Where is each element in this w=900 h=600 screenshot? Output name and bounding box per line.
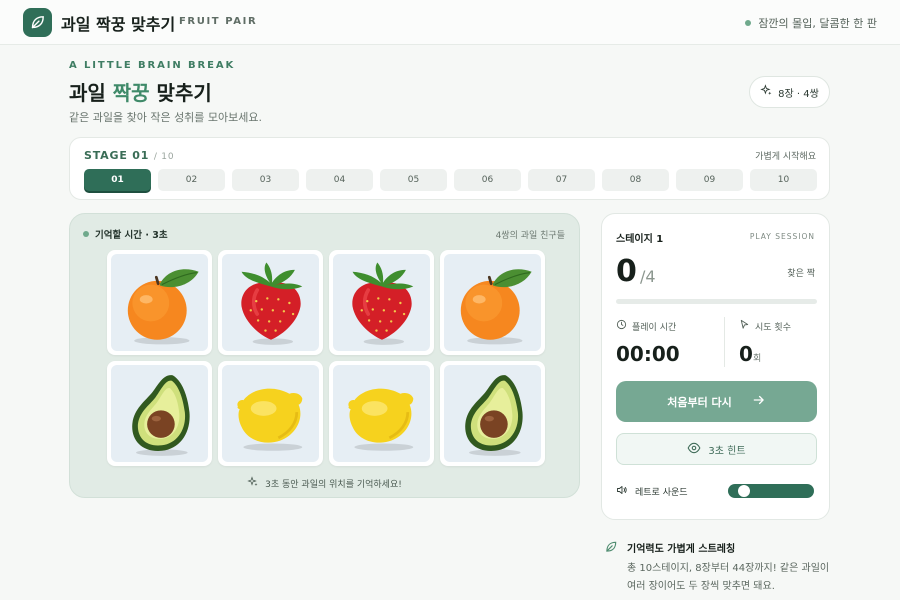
sound-toggle[interactable]: [728, 484, 814, 498]
stage-total: / 10: [153, 152, 175, 162]
title-suffix: 맞추기: [149, 81, 212, 105]
leaf-icon: [23, 8, 52, 37]
avocado-icon: [131, 374, 190, 456]
hint-label: 3초 힌트: [708, 445, 746, 457]
matched-count: 0: [616, 254, 637, 289]
strawberry-icon: [351, 262, 413, 345]
sparkle-icon: [760, 84, 773, 100]
stage-hint: 가볍게 시작해요: [755, 152, 816, 162]
stage-selector: STAGE 01 / 10 가볍게 시작해요 01 02 03 04 05 06…: [69, 137, 830, 200]
tip-body: 총 10스테이지, 8장부터 44장까지! 같은 과일이 여러 장이어도 두 장…: [627, 563, 830, 592]
memorize-status-text: 기억할 시간 · 3초: [95, 230, 168, 241]
pair-count-text: 4쌍의 과일 친구들: [495, 231, 565, 241]
play-time-label-text: 플레이 시간: [632, 322, 677, 333]
stage-button-07[interactable]: 07: [528, 169, 595, 191]
cursor-icon: [739, 319, 750, 333]
matched-label: 찾은 짝: [787, 269, 815, 279]
tries-unit: 회: [753, 354, 762, 364]
stage-button-02[interactable]: 02: [158, 169, 225, 191]
leaf-icon: [604, 539, 618, 558]
clock-icon: [616, 319, 627, 333]
play-time-label: 플레이 시간: [616, 319, 676, 333]
board-footer: 3초 동안 과일의 위치를 기억하세요!: [70, 476, 579, 491]
tries-label-text: 시도 횟수: [755, 322, 791, 333]
restart-label: 처음부터 다시: [667, 395, 732, 409]
arrow-right-icon: [752, 393, 766, 410]
session-panel: 스테이지 1 PLAY SESSION 0 /4 찾은 짝 플레이 시간 시도 …: [601, 213, 830, 520]
eye-icon: [687, 441, 701, 458]
header-tagline: 잠깐의 몰입, 달콤한 한 판: [745, 15, 877, 31]
strawberry-icon: [240, 262, 302, 345]
session-tag: PLAY SESSION: [749, 232, 815, 241]
fruit-card-avocado[interactable]: [107, 361, 212, 466]
total-pairs: /4: [640, 267, 656, 286]
page-title: 과일 짝꿍 맞추기: [69, 77, 212, 106]
avocado-icon: [464, 374, 523, 456]
session-title: 스테이지 1: [616, 234, 664, 245]
tries-value: 0: [739, 342, 753, 366]
fruit-card-orange[interactable]: [107, 250, 212, 355]
tip-title: 기억력도 가볍게 스트레칭: [627, 544, 736, 555]
status-dot-icon: [745, 20, 752, 26]
fruit-card-lemon[interactable]: [329, 361, 434, 466]
fruit-card-strawberry[interactable]: [218, 250, 323, 355]
count-text: 8장 · 4쌍: [778, 88, 819, 100]
hint-button[interactable]: 3초 힌트: [616, 433, 817, 465]
stage-button-08[interactable]: 08: [602, 169, 669, 191]
fruit-card-avocado[interactable]: [440, 361, 545, 466]
stat-divider: [724, 317, 725, 367]
top-bar: 과일 짝꿍 맞추기 FRUIT PAIR 잠깐의 몰입, 달콤한 한 판: [0, 0, 900, 45]
page-description: 같은 과일을 찾아 작은 성취를 모아보세요.: [69, 111, 263, 124]
sound-label: 레트로 사운드: [635, 488, 688, 498]
status-dot-icon: [83, 231, 89, 237]
fruit-card-orange[interactable]: [440, 250, 545, 355]
restart-button[interactable]: 처음부터 다시: [616, 381, 817, 422]
lemon-icon: [236, 388, 302, 451]
card-count-badge: 8장 · 4쌍: [749, 76, 830, 108]
sparkle-icon: [247, 476, 259, 491]
memorize-status: 기억할 시간 · 3초: [83, 227, 168, 241]
tagline-text: 잠깐의 몰입, 달콤한 한 판: [758, 17, 877, 30]
stage-button-04[interactable]: 04: [306, 169, 373, 191]
fruit-card-strawberry[interactable]: [329, 250, 434, 355]
play-time-value: 00:00: [616, 342, 680, 366]
match-progress-bar: [616, 299, 817, 304]
stage-button-06[interactable]: 06: [454, 169, 521, 191]
toggle-knob: [738, 485, 750, 497]
stage-label: STAGE 01 / 10: [84, 149, 174, 162]
stage-button-03[interactable]: 03: [232, 169, 299, 191]
stage-current: STAGE 01: [84, 149, 150, 162]
stage-button-09[interactable]: 09: [676, 169, 743, 191]
stage-button-10[interactable]: 10: [750, 169, 817, 191]
title-prefix: 과일: [69, 81, 113, 105]
speaker-icon: [616, 484, 628, 499]
board-footer-text: 3초 동안 과일의 위치를 기억하세요!: [265, 480, 402, 490]
orange-icon: [127, 268, 199, 344]
app-subtitle: FRUIT PAIR: [179, 16, 258, 27]
orange-icon: [460, 268, 532, 344]
title-accent: 짝꿍: [112, 81, 150, 105]
game-board: 기억할 시간 · 3초 4쌍의 과일 친구들 3초 동안 과일의 위치를 기억하…: [69, 213, 580, 498]
tries-label: 시도 횟수: [739, 319, 791, 333]
app-title: 과일 짝꿍 맞추기: [61, 15, 176, 34]
stage-button-01[interactable]: 01: [84, 169, 151, 191]
sound-setting: 레트로 사운드: [616, 484, 688, 499]
lemon-icon: [347, 388, 413, 451]
hero-eyebrow: A LITTLE BRAIN BREAK: [69, 60, 236, 71]
fruit-card-lemon[interactable]: [218, 361, 323, 466]
stage-button-05[interactable]: 05: [380, 169, 447, 191]
